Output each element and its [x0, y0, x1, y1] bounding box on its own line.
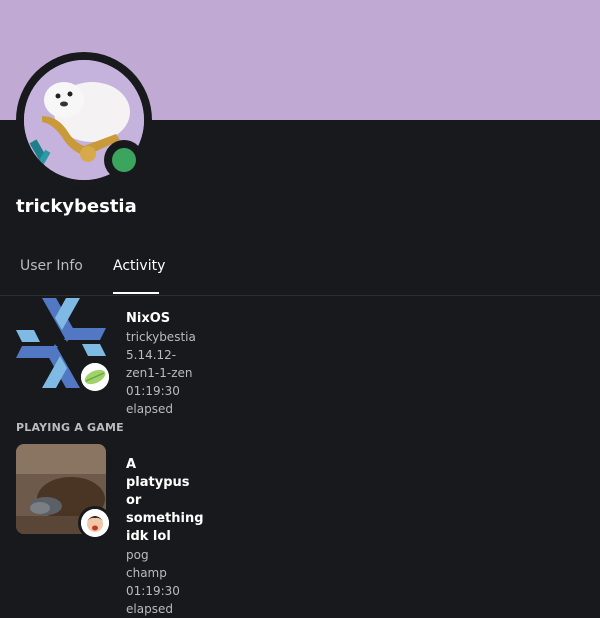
face-avatar-icon	[81, 509, 109, 537]
online-status-icon	[112, 148, 136, 172]
game-details: A platypus or something idk lol pog cham…	[126, 456, 204, 618]
playing-section-header: PLAYING A GAME	[16, 421, 124, 434]
username: trickybestia	[16, 196, 137, 217]
activity-name: NixOS	[126, 311, 171, 326]
active-tab-underline	[113, 292, 159, 294]
profile-tabs: User Info Activity	[0, 250, 600, 296]
activity-elapsed: 01:19:30 elapsed	[126, 384, 180, 416]
activity-details: NixOS trickybestia 5.14.12-zen1-1-zen 01…	[126, 310, 196, 418]
game-small-image	[78, 506, 112, 540]
leaf-icon	[81, 363, 109, 391]
activity-state: 5.14.12-zen1-1-zen	[126, 348, 193, 380]
game-detail: pog	[126, 548, 149, 562]
activity-small-image	[78, 360, 112, 394]
game-name: A platypus or something idk lol	[126, 457, 204, 544]
game-elapsed: 01:19:30 elapsed	[126, 584, 180, 616]
tab-activity[interactable]: Activity	[113, 258, 165, 274]
activity-detail: trickybestia	[126, 330, 196, 344]
tab-user-info[interactable]: User Info	[20, 258, 83, 274]
game-state: champ	[126, 566, 167, 580]
